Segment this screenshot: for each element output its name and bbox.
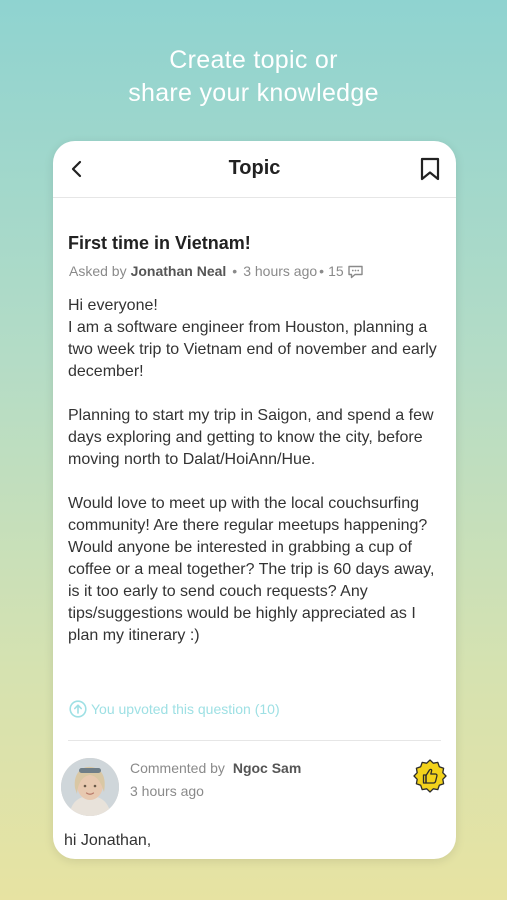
promo-line-1: Create topic or	[169, 46, 338, 74]
comment-bubble-icon	[347, 265, 363, 278]
bookmark-icon[interactable]	[419, 157, 441, 181]
page-title: Topic	[228, 157, 281, 179]
upvote-button[interactable]: You upvoted this question (10)	[69, 700, 280, 718]
meta-separator-2: •	[319, 263, 325, 279]
promo-headline: Create topic or share your knowledge	[0, 44, 507, 110]
topic-card: Topic First time in Vietnam! Asked by Jo…	[53, 141, 456, 859]
question-title: First time in Vietnam!	[68, 233, 251, 253]
thumbs-up-badge-icon[interactable]	[413, 759, 447, 793]
commented-by-label: Commented by	[130, 760, 225, 776]
meta-separator: •	[232, 263, 238, 279]
avatar-image	[61, 758, 119, 816]
asked-by-label: Asked by	[69, 263, 127, 279]
question-meta: Asked by Jonathan Neal • 3 hours ago • 1…	[69, 263, 364, 279]
divider	[68, 740, 441, 741]
avatar[interactable]	[61, 758, 119, 816]
topic-nav-bar: Topic	[53, 141, 456, 198]
comment-time: 3 hours ago	[130, 783, 204, 799]
commenter-line: Commented by Ngoc Sam	[130, 760, 301, 776]
upvote-label: You upvoted this question (10)	[91, 701, 280, 717]
question-author[interactable]: Jonathan Neal	[131, 263, 227, 279]
commenter-name[interactable]: Ngoc Sam	[233, 760, 301, 776]
question-time: 3 hours ago	[243, 263, 318, 279]
question-body: Hi everyone! I am a software engineer fr…	[68, 297, 437, 644]
upvote-arrow-icon	[69, 700, 87, 718]
promo-line-2: share your knowledge	[128, 79, 379, 107]
comment-text: hi Jonathan,	[64, 832, 152, 849]
comment-count: 15	[328, 263, 344, 279]
